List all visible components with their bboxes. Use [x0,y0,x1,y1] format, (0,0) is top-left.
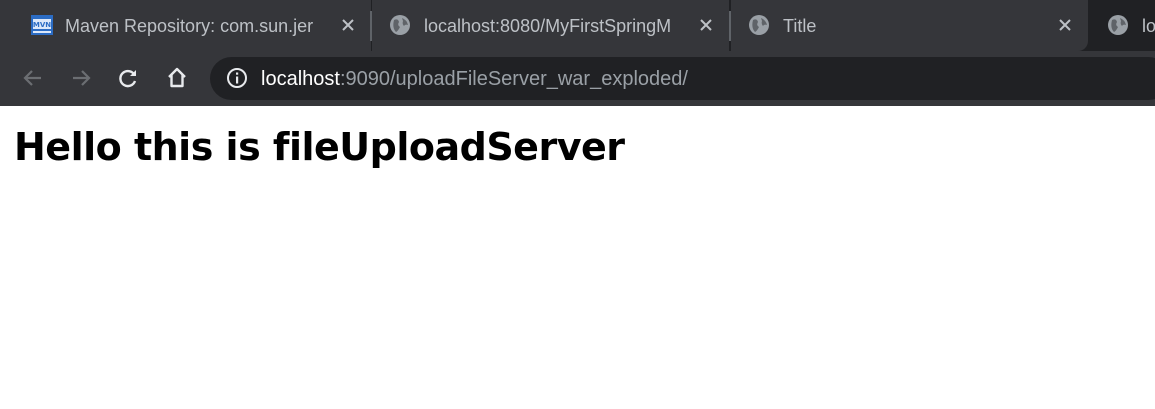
arrow-left-icon [23,70,41,86]
tab-title: Title [783,16,817,36]
tab-title-page[interactable]: Title [731,0,1088,51]
tab-localhost-8080[interactable]: localhost:8080/MyFirstSpringM [372,0,729,51]
tab-title: Maven Repository: com.sun.jer [65,16,314,36]
close-icon [1059,19,1071,31]
browser-toolbar: localhost:9090/uploadFileServer_war_expl… [0,51,1155,106]
tab-title: localhost:8080/MyFirstSpringM [424,16,672,36]
svg-text:MVN: MVN [33,21,51,29]
tab-title: lo [1142,16,1155,36]
globe-icon [1108,15,1128,35]
home-button[interactable] [163,64,191,92]
tab-localhost-partial[interactable]: lo [1090,0,1155,51]
info-icon[interactable] [226,67,248,89]
tab-maven-repository[interactable]: MVN Maven Repository: com.sun.jer [0,0,371,51]
reload-button[interactable] [114,64,142,92]
page-content: Hello this is fileUploadServer [0,106,1155,409]
close-tab-button[interactable] [696,15,716,35]
url-path: :9090/uploadFileServer_war_exploded/ [339,68,688,90]
url-text[interactable]: localhost:9090/uploadFileServer_war_expl… [261,66,688,92]
home-icon [168,67,186,88]
close-tab-button[interactable] [338,15,358,35]
reload-icon [119,69,137,88]
globe-icon [390,15,410,35]
forward-button[interactable] [67,64,95,92]
arrow-right-icon [73,70,91,86]
globe-icon [749,15,769,35]
address-bar[interactable]: localhost:9090/uploadFileServer_war_expl… [210,57,1155,100]
mvn-repository-icon: MVN [31,15,53,35]
close-tab-button[interactable] [1055,15,1075,35]
back-button[interactable] [19,64,47,92]
close-icon [700,19,712,31]
close-icon [342,19,354,31]
tab-strip: MVN Maven Repository: com.sun.jer localh… [0,0,1155,51]
url-host: localhost [261,68,340,90]
page-heading: Hello this is fileUploadServer [14,125,625,169]
